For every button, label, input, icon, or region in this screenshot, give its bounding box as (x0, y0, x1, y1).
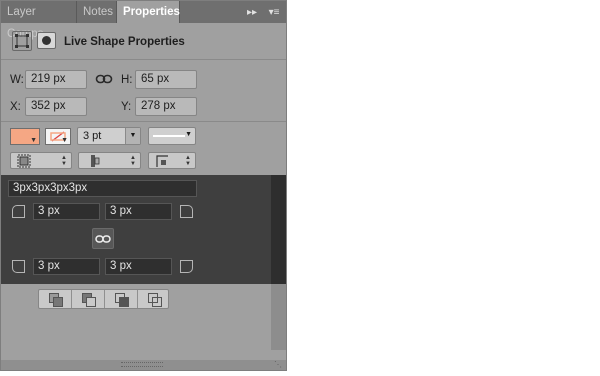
panel-menu-icon[interactable]: ▾≡ (265, 6, 283, 19)
stroke-caps-icon (91, 155, 100, 167)
top-left-corner-icon (12, 205, 25, 218)
x-position-field[interactable]: 352 px (25, 97, 87, 116)
stroke-align-dropdown[interactable]: ▲ ▼ (10, 152, 72, 169)
stroke-corners-dropdown[interactable]: ▲ ▼ (148, 152, 196, 169)
solid-line-icon (153, 135, 185, 137)
y-position-field[interactable]: 278 px (135, 97, 197, 116)
mask-icon[interactable] (37, 32, 56, 49)
up-down-arrows-icon: ▲ ▼ (185, 155, 191, 167)
tab-layer-comps[interactable]: Layer Comps (1, 1, 77, 40)
subtract-front-shape-button[interactable] (72, 290, 105, 308)
stroke-align-icon (17, 154, 31, 168)
combine-shapes-button[interactable] (39, 290, 72, 308)
panel-tab-bar: Layer Comps Notes Properties ▸▸ ▾≡ (1, 1, 286, 40)
fill-color-swatch[interactable]: ▼ (10, 128, 40, 145)
chevron-down-icon[interactable]: ▼ (125, 128, 140, 144)
stroke-width-value: 3 pt (83, 130, 102, 142)
top-right-radius-field[interactable]: 3 px (105, 203, 172, 220)
tab-properties[interactable]: Properties (117, 1, 180, 23)
path-operations-group (38, 289, 169, 309)
bottom-right-corner-icon (180, 260, 193, 273)
transform-bounds-icon[interactable] (12, 31, 32, 51)
panel-title: Live Shape Properties (64, 36, 185, 48)
corner-radius-input[interactable]: 3px3px3px3px (8, 180, 197, 197)
divider (1, 121, 286, 122)
y-label: Y: (121, 101, 132, 113)
bottom-right-radius-field[interactable]: 3 px (105, 258, 172, 275)
resize-corner-icon[interactable]: ⋱ (274, 360, 286, 370)
width-field[interactable]: 219 px (25, 70, 87, 89)
divider (1, 59, 286, 60)
height-field[interactable]: 65 px (135, 70, 197, 89)
chevron-down-icon: ▼ (61, 137, 68, 144)
x-label: X: (10, 101, 21, 113)
chevron-down-icon: ▼ (30, 137, 37, 144)
width-label: W: (10, 74, 24, 86)
bottom-left-corner-icon (12, 260, 25, 273)
up-down-arrows-icon: ▲ ▼ (130, 155, 136, 167)
resize-grip-icon[interactable] (121, 362, 163, 367)
section-scroll-track (271, 175, 286, 284)
stroke-caps-dropdown[interactable]: ▲ ▼ (78, 152, 141, 169)
chevron-down-icon: ▼ (185, 131, 192, 138)
tab-notes[interactable]: Notes (77, 1, 117, 23)
intersect-shape-areas-button[interactable] (105, 290, 138, 308)
top-left-radius-field[interactable]: 3 px (33, 203, 100, 220)
up-down-arrows-icon: ▲ ▼ (61, 155, 67, 167)
chain-link-icon[interactable] (95, 71, 113, 87)
bottom-left-radius-field[interactable]: 3 px (33, 258, 100, 275)
chain-link-icon (95, 235, 111, 243)
top-right-corner-icon (180, 205, 193, 218)
collapse-panel-icon[interactable]: ▸▸ (245, 6, 259, 19)
stroke-width-dropdown[interactable]: 3 pt ▼ (77, 127, 141, 145)
stroke-color-swatch[interactable]: ▼ (45, 128, 71, 145)
stroke-type-dropdown[interactable]: ▼ (148, 127, 196, 145)
exclude-overlapping-shapes-button[interactable] (138, 290, 171, 308)
height-label: H: (121, 74, 133, 86)
scrollbar[interactable] (271, 284, 286, 350)
properties-panel: Layer Comps Notes Properties ▸▸ ▾≡ Live … (0, 0, 287, 371)
stroke-corners-icon (156, 155, 168, 167)
link-corners-button[interactable] (92, 228, 114, 249)
